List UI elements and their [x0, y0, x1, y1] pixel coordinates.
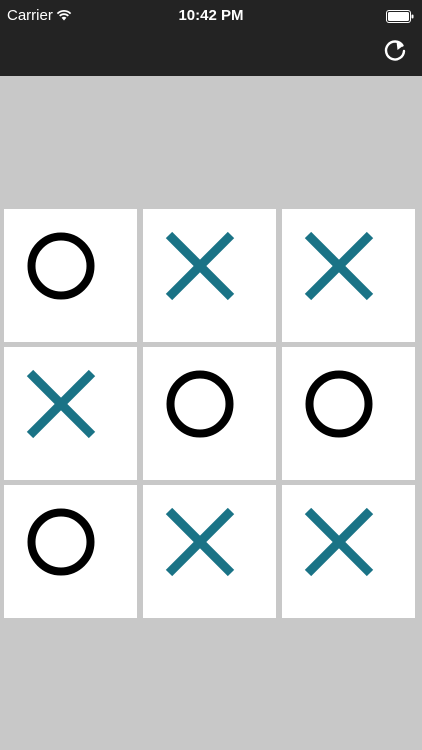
- board-cell-r2-c3[interactable]: [282, 347, 415, 480]
- board-cell-r3-c1[interactable]: [4, 485, 137, 618]
- x-mark-icon: [304, 231, 374, 301]
- status-bar: Carrier 10:42 PM: [0, 0, 422, 32]
- board-cell-r2-c2[interactable]: [143, 347, 276, 480]
- o-mark-icon: [166, 370, 234, 438]
- board-cell-r2-c1[interactable]: [4, 347, 137, 480]
- o-mark-icon: [305, 370, 373, 438]
- o-mark-icon: [27, 232, 95, 300]
- x-mark-icon: [165, 507, 235, 577]
- board-cell-r3-c2[interactable]: [143, 485, 276, 618]
- board-cell-r1-c3[interactable]: [282, 209, 415, 342]
- game-board: [4, 209, 417, 618]
- game-screen: Carrier 10:42 PM: [0, 0, 422, 750]
- x-mark-icon: [165, 231, 235, 301]
- board-cell-r1-c1[interactable]: [4, 209, 137, 342]
- refresh-icon[interactable]: [382, 38, 408, 64]
- x-mark-icon: [304, 507, 374, 577]
- board-cell-r1-c2[interactable]: [143, 209, 276, 342]
- top-bar: Carrier 10:42 PM: [0, 0, 422, 76]
- x-mark-icon: [26, 369, 96, 439]
- board-cell-r3-c3[interactable]: [282, 485, 415, 618]
- battery-icon: [386, 10, 414, 23]
- status-time: 10:42 PM: [178, 7, 244, 24]
- o-mark-icon: [27, 508, 95, 576]
